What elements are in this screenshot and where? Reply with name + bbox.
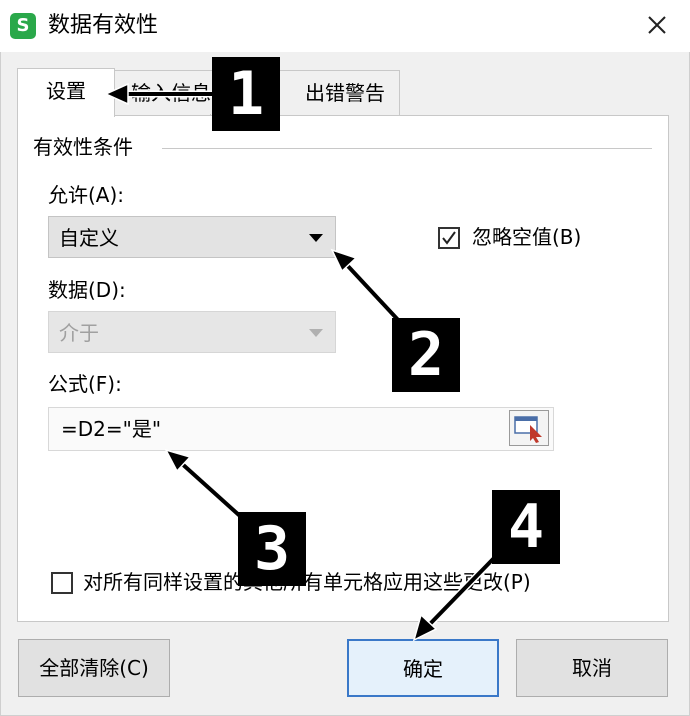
annotation-badge-3: 3 — [238, 512, 306, 586]
tab-label: 设置 — [46, 79, 86, 103]
clear-all-button[interactable]: 全部清除(C) — [18, 639, 170, 697]
formula-input[interactable]: =D2="是" — [48, 407, 554, 451]
wps-app-icon: S — [10, 13, 36, 39]
dialog-title: 数据有效性 — [48, 13, 159, 38]
tab-settings[interactable]: 设置 — [17, 68, 115, 117]
annotation-badge-4: 4 — [492, 490, 560, 564]
formula-label: 公式(F): — [48, 372, 122, 396]
annotation-badge-1: 1 — [212, 57, 280, 131]
allow-select[interactable]: 自定义 — [48, 216, 336, 258]
ignore-blank-checkbox[interactable] — [438, 227, 460, 249]
apply-all-label: 对所有同样设置的其他所有单元格应用这些更改(P) — [83, 570, 531, 594]
title-bar: S 数据有效性 — [0, 0, 690, 53]
range-select-icon — [514, 416, 542, 443]
data-select-value: 介于 — [59, 321, 99, 345]
tab-label: 出错警告 — [305, 81, 385, 105]
cancel-button[interactable]: 取消 — [516, 639, 668, 697]
close-icon[interactable] — [640, 8, 674, 42]
ignore-blank-label: 忽略空值(B) — [472, 225, 582, 249]
allow-label: 允许(A): — [48, 183, 125, 207]
chevron-down-icon — [309, 329, 323, 337]
tab-input-message[interactable]: 输入信息 — [112, 70, 222, 114]
data-label: 数据(D): — [48, 278, 126, 302]
chevron-down-icon — [309, 234, 323, 242]
validation-criteria-heading: 有效性条件 — [33, 135, 133, 159]
range-picker-button[interactable] — [509, 410, 549, 446]
check-icon — [442, 231, 456, 245]
group-divider — [162, 148, 652, 149]
apply-all-checkbox[interactable] — [51, 572, 73, 594]
annotation-badge-2: 2 — [392, 318, 460, 392]
allow-select-value: 自定义 — [59, 226, 119, 250]
tab-label: 输入信息 — [131, 81, 211, 105]
ok-button[interactable]: 确定 — [347, 639, 499, 697]
data-select: 介于 — [48, 311, 336, 353]
